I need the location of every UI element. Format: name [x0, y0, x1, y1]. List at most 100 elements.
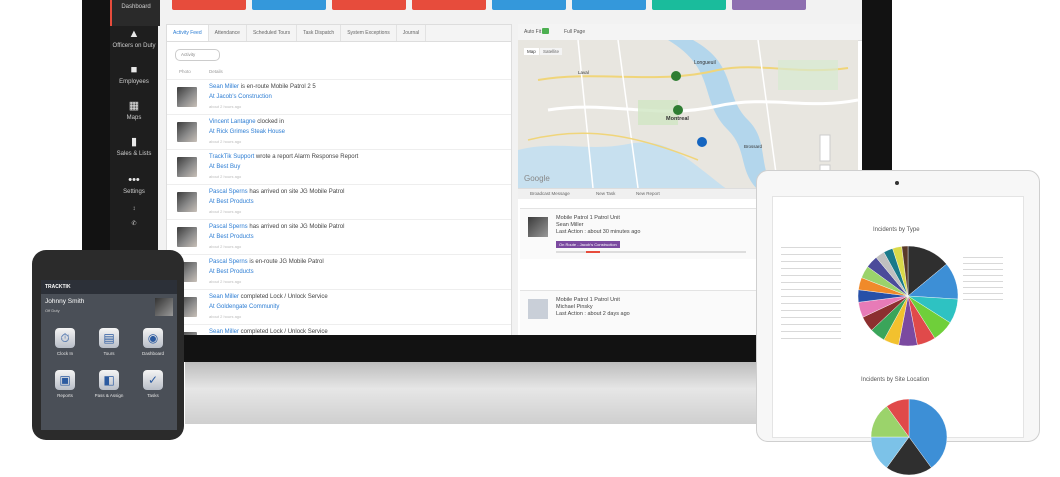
site-link[interactable]: At Best Products	[209, 234, 254, 240]
actor-link[interactable]: Vincent Lantagne	[209, 119, 256, 125]
avatar	[177, 227, 197, 247]
activity-row[interactable]: Sean Miller completed Lock / Unlock Serv…	[167, 324, 511, 335]
site-link[interactable]: At Rick Grimes Steak House	[209, 129, 285, 135]
route-progress-fill	[586, 251, 600, 253]
map-type-satellite[interactable]: Satellite	[540, 48, 563, 55]
map-tabs: Auto Fit Full Page	[518, 24, 862, 41]
sidebar-item-maps[interactable]: ▦ Maps	[110, 100, 158, 121]
tab-attendance[interactable]: Attendance	[209, 25, 247, 41]
activity-text: Sean Miller is en-route Mobile Patrol 2 …	[209, 84, 316, 90]
auto-fit-on-badge	[542, 28, 549, 34]
site-link[interactable]: At Jacob's Construction	[209, 94, 272, 100]
app-label: Reports	[57, 393, 73, 398]
site-link[interactable]: At Best Buy	[209, 164, 240, 170]
broadcast-message-button[interactable]: Broadcast Message	[530, 191, 570, 196]
app-icon: ▣	[55, 370, 75, 390]
tab-activity-feed[interactable]: Activity Feed	[167, 25, 209, 41]
stat-tile[interactable]	[732, 0, 806, 10]
unit-title: Mobile Patrol 1 Patrol Unit	[556, 215, 620, 221]
activity-text: Vincent Lantagne clocked in	[209, 119, 284, 125]
activity-row[interactable]: Sean Miller is en-route Mobile Patrol 2 …	[167, 79, 511, 115]
stat-tile[interactable]	[412, 0, 486, 10]
pie-label-line	[963, 299, 1003, 300]
pie-label-line	[781, 317, 841, 318]
pie-label-line	[963, 281, 1003, 282]
activity-row[interactable]: Pascal Sperns is en-route JG Mobile Patr…	[167, 254, 511, 290]
map-svg	[518, 40, 858, 188]
tab-task-dispatch[interactable]: Task Dispatch	[297, 25, 342, 41]
timestamp: about 2 hours ago	[209, 314, 242, 319]
pie-label-line	[963, 293, 1003, 294]
photo-column-header: Photo	[179, 69, 191, 74]
app-icon: ⏱	[55, 328, 75, 348]
phone-app-dashboard[interactable]: ◉ Dashboard	[131, 328, 175, 356]
sidebar-collapse-icon[interactable]: ↕	[110, 206, 158, 212]
activity-text: Pascal Sperns has arrived on site JG Mob…	[209, 189, 344, 195]
site-link[interactable]: At Best Products	[209, 269, 254, 275]
sidebar-item-sales[interactable]: ▮ Sales & Lists	[110, 136, 158, 157]
pie-label-line	[781, 247, 841, 248]
tab-journal[interactable]: Journal	[397, 25, 427, 41]
new-report-button[interactable]: New Report	[636, 191, 660, 196]
sales-label: Sales & Lists	[116, 151, 152, 157]
pie-label-line	[781, 282, 841, 283]
new-task-button[interactable]: New Task	[596, 191, 615, 196]
maps-icon: ▦	[128, 100, 140, 112]
stat-tile[interactable]	[652, 0, 726, 10]
stat-tile[interactable]	[252, 0, 326, 10]
timestamp: about 2 hours ago	[209, 244, 242, 249]
actor-link[interactable]: Sean Miller	[209, 84, 239, 90]
sidebar-item-employees[interactable]: ■ Employees	[110, 64, 158, 85]
pie-label-line	[781, 338, 841, 339]
activity-row[interactable]: Pascal Sperns has arrived on site JG Mob…	[167, 184, 511, 220]
pie-label-line	[781, 331, 841, 332]
site-link[interactable]: At Best Products	[209, 199, 254, 205]
activity-row[interactable]: Vincent Lantagne clocked in At Rick Grime…	[167, 114, 511, 150]
actor-link[interactable]: Sean Miller	[209, 294, 239, 300]
avatar	[177, 122, 197, 142]
phone-app-pass-assign[interactable]: ◧ Pass & Assign	[87, 370, 131, 398]
phone-app-reports[interactable]: ▣ Reports	[43, 370, 87, 398]
auto-fit-toggle[interactable]: Auto Fit	[524, 29, 541, 35]
site-link[interactable]: At Goldengate Community	[209, 304, 279, 310]
actor-link[interactable]: Pascal Sperns	[209, 224, 248, 230]
map-type-map[interactable]: Map	[524, 48, 539, 55]
stat-tile[interactable]	[572, 0, 646, 10]
sidebar-item-officers[interactable]: ▲ Officers on Duty	[110, 28, 158, 49]
stat-tile[interactable]	[172, 0, 246, 10]
activity-row[interactable]: Sean Miller completed Lock / Unlock Serv…	[167, 289, 511, 325]
employees-label: Employees	[119, 79, 149, 85]
activity-action: completed Lock / Unlock Service	[239, 329, 328, 335]
avatar	[177, 157, 197, 177]
phone-app-tasks[interactable]: ✓ Tasks	[131, 370, 175, 398]
dashboard-screen: Dashboard ▲ Officers on Duty ■ Employees…	[110, 0, 862, 335]
map-view[interactable]: Map Satellite Longueuil Montreal Brossar…	[518, 40, 858, 188]
activity-text: Sean Miller completed Lock / Unlock Serv…	[209, 329, 328, 335]
activity-row[interactable]: TrackTik Support wrote a report Alarm Re…	[167, 149, 511, 185]
map-place-label: Brossard	[744, 144, 763, 149]
phone-app-tours[interactable]: ▤ Tours	[87, 328, 131, 356]
stat-tile[interactable]	[492, 0, 566, 10]
phone-app-clock-in[interactable]: ⏱ Clock In	[43, 328, 87, 356]
tab-system-exceptions[interactable]: System Exceptions	[341, 25, 397, 41]
unit-title: Mobile Patrol 1 Patrol Unit	[556, 297, 620, 303]
actor-link[interactable]: Pascal Sperns	[209, 259, 248, 265]
tab-scheduled-tours[interactable]: Scheduled Tours	[247, 25, 298, 41]
timestamp: about 2 hours ago	[209, 139, 242, 144]
sidebar-phone-icon[interactable]: ✆	[110, 220, 158, 227]
pie-label-line	[963, 263, 1003, 264]
sidebar-item-dashboard[interactable]: Dashboard	[110, 0, 160, 26]
activity-text: Pascal Sperns is en-route JG Mobile Patr…	[209, 259, 324, 265]
avatar	[177, 87, 197, 107]
activity-filter-select[interactable]: Activity	[175, 49, 220, 61]
stat-tile[interactable]	[332, 0, 406, 10]
actor-link[interactable]: TrackTik Support	[209, 154, 254, 160]
chart-title: Incidents by Type	[873, 227, 920, 233]
duty-status: Off Duty	[45, 308, 60, 313]
full-page-button[interactable]: Full Page	[564, 29, 585, 35]
activity-row[interactable]: Pascal Sperns has arrived on site JG Mob…	[167, 219, 511, 255]
actor-link[interactable]: Sean Miller	[209, 329, 239, 335]
sidebar-item-settings[interactable]: ••• Settings	[110, 174, 158, 195]
unit-last-action: Last Action : about 30 minutes ago	[556, 229, 641, 235]
actor-link[interactable]: Pascal Sperns	[209, 189, 248, 195]
